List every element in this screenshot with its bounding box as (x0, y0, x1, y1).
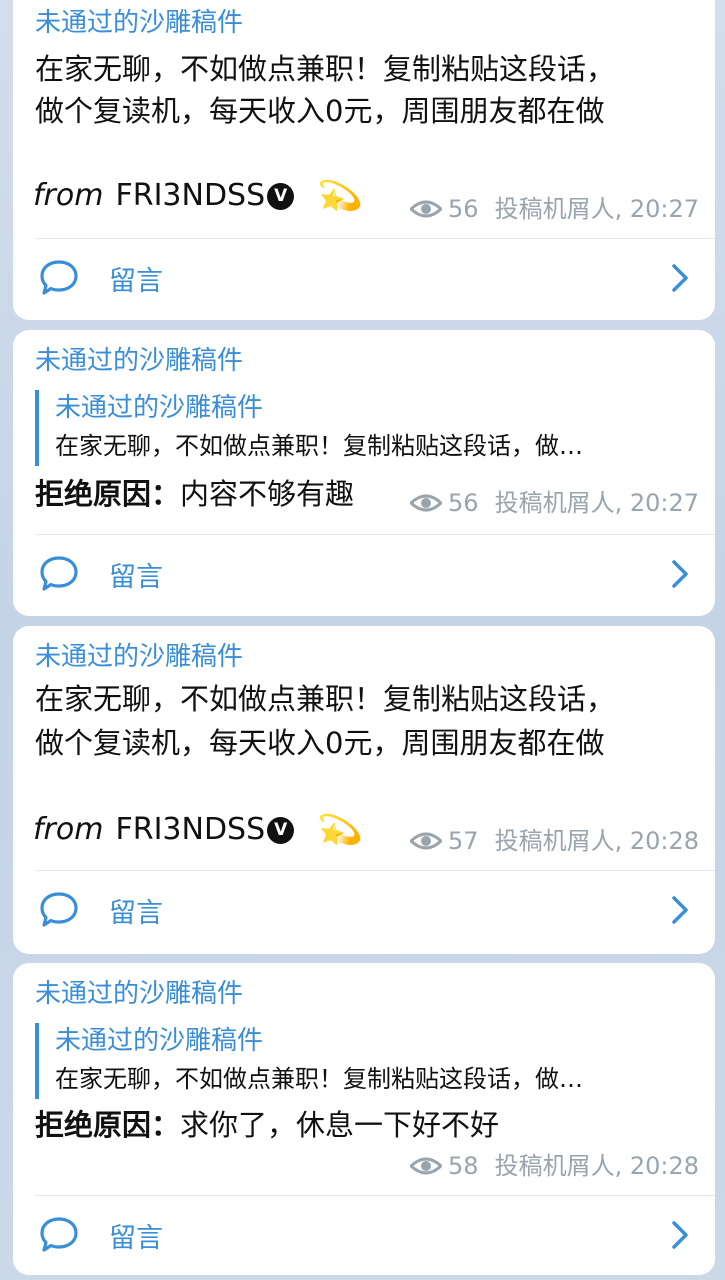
reason-text: 内容不够有趣 (180, 477, 355, 511)
rejection-reason: 拒绝原因：求你了，休息一下好不好 (35, 1105, 499, 1145)
message-text-line: 做个复读机，每天收入0元，周围朋友都在做 (35, 94, 605, 128)
quote-title: 未通过的沙雕稿件 (55, 1026, 264, 1056)
verified-badge-icon: V (267, 816, 295, 844)
chat-bubble-icon (40, 892, 78, 927)
view-count: 58 (448, 1152, 479, 1180)
channel-title[interactable]: 未通过的沙雕稿件 (35, 979, 243, 1009)
reply-quote[interactable]: 未通过的沙雕稿件 在家无聊，不如做点兼职！复制粘贴这段话，做… (35, 1023, 707, 1099)
message-meta: 58 投稿机屑人, 20:28 (410, 1151, 699, 1181)
chevron-right-icon (672, 1221, 688, 1249)
view-count: 56 (448, 489, 479, 517)
chat-bubble-icon (40, 556, 78, 591)
message-meta: 56 投稿机屑人, 20:27 (410, 488, 699, 518)
quote-text: 在家无聊，不如做点兼职！复制粘贴这段话，做… (55, 1065, 583, 1093)
author-name: FRI3NDSS (115, 812, 266, 847)
author-time: 投稿机屑人, 20:27 (494, 489, 699, 517)
message-card[interactable]: 未通过的沙雕稿件 在家无聊，不如做点兼职！复制粘贴这段话， 做个复读机，每天收入… (13, 626, 715, 954)
author-time: 投稿机屑人, 20:28 (494, 827, 699, 855)
view-count: 56 (448, 195, 479, 223)
quote-text: 在家无聊，不如做点兼职！复制粘贴这段话，做… (55, 432, 583, 460)
reason-label: 拒绝原因： (35, 477, 181, 511)
dizzy-emoji: 💫 (313, 805, 365, 855)
message-meta: 57 投稿机屑人, 20:28 (410, 826, 699, 856)
eye-icon (410, 200, 443, 218)
channel-title[interactable]: 未通过的沙雕稿件 (35, 642, 243, 672)
channel-title[interactable]: 未通过的沙雕稿件 (35, 346, 243, 376)
comments-button[interactable]: 留言 (13, 534, 715, 614)
from-signature: from FRI3NDSS V 💫 (33, 171, 365, 221)
reason-text: 求你了，休息一下好不好 (180, 1108, 500, 1142)
comments-label: 留言 (109, 265, 163, 297)
comments-button[interactable]: 留言 (13, 1195, 715, 1275)
chat-bubble-icon (40, 260, 78, 295)
chat-bubble-icon (40, 1217, 78, 1252)
comments-button[interactable]: 留言 (13, 870, 715, 950)
eye-icon (410, 494, 443, 512)
from-word: from (33, 812, 104, 847)
message-card[interactable]: 未通过的沙雕稿件 在家无聊，不如做点兼职！复制粘贴这段话， 做个复读机，每天收入… (13, 0, 715, 320)
quote-title: 未通过的沙雕稿件 (55, 393, 264, 423)
comments-button[interactable]: 留言 (13, 238, 715, 318)
message-card[interactable]: 未通过的沙雕稿件 未通过的沙雕稿件 在家无聊，不如做点兼职！复制粘贴这段话，做…… (13, 963, 715, 1275)
message-card[interactable]: 未通过的沙雕稿件 未通过的沙雕稿件 在家无聊，不如做点兼职！复制粘贴这段话，做…… (13, 330, 715, 616)
channel-title[interactable]: 未通过的沙雕稿件 (35, 8, 243, 38)
message-text-line: 在家无聊，不如做点兼职！复制粘贴这段话， (35, 682, 616, 716)
message-meta: 56 投稿机屑人, 20:27 (410, 194, 699, 224)
author-time: 投稿机屑人, 20:28 (494, 1152, 699, 1180)
message-text-line: 在家无聊，不如做点兼职！复制粘贴这段话， (35, 52, 616, 86)
rejection-reason: 拒绝原因：内容不够有趣 (35, 474, 354, 514)
author-time: 投稿机屑人, 20:27 (494, 195, 699, 223)
message-text-line: 做个复读机，每天收入0元，周围朋友都在做 (35, 726, 605, 760)
author-name: FRI3NDSS (115, 178, 266, 213)
view-count: 57 (448, 827, 479, 855)
comments-label: 留言 (109, 897, 163, 929)
chevron-right-icon (672, 264, 688, 292)
from-signature: from FRI3NDSS V 💫 (33, 805, 365, 855)
from-word: from (33, 178, 104, 213)
comments-label: 留言 (109, 1222, 163, 1254)
comments-label: 留言 (109, 561, 163, 593)
eye-icon (410, 832, 443, 850)
chevron-right-icon (672, 896, 688, 924)
reason-label: 拒绝原因： (35, 1108, 181, 1142)
dizzy-emoji: 💫 (313, 171, 365, 221)
chevron-right-icon (672, 560, 688, 588)
verified-badge-icon: V (267, 182, 295, 210)
reply-quote[interactable]: 未通过的沙雕稿件 在家无聊，不如做点兼职！复制粘贴这段话，做… (35, 390, 707, 466)
eye-icon (410, 1157, 443, 1175)
